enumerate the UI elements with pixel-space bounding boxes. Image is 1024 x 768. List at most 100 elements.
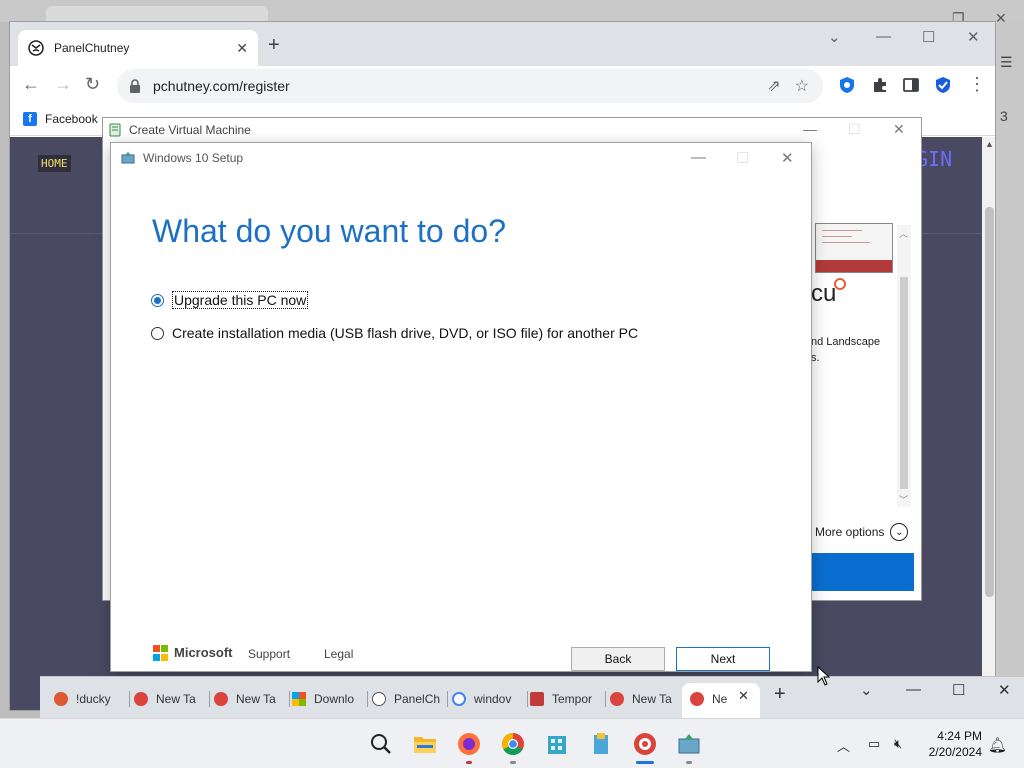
option-upgrade[interactable]: Upgrade this PC now bbox=[151, 291, 309, 309]
setup-maximize-button[interactable]: ☐ bbox=[736, 149, 749, 167]
system-clock[interactable]: 4:24 PM 2/20/2024 bbox=[920, 728, 982, 760]
scrollbar-thumb[interactable] bbox=[985, 207, 994, 597]
vm-icon[interactable] bbox=[677, 732, 701, 756]
tab-panelchutney[interactable]: PanelChutney ✕ bbox=[18, 30, 258, 66]
windows-setup-dialog: Windows 10 Setup — ☐ ✕ What do you want … bbox=[110, 142, 812, 672]
tab-label: !ducky bbox=[76, 692, 111, 706]
tab-close-icon[interactable]: ✕ bbox=[236, 40, 248, 57]
create-vm-title: Create Virtual Machine bbox=[129, 123, 251, 137]
os-list-scroll-thumb[interactable] bbox=[900, 277, 908, 489]
notification-bell-icon[interactable]: 🔔︎ bbox=[988, 736, 1007, 754]
setup-footer: Microsoft Support Legal Back Next bbox=[111, 643, 811, 671]
vivaldi-icon bbox=[610, 692, 624, 706]
minimize-button[interactable]: — bbox=[876, 28, 891, 45]
create-media-radio[interactable] bbox=[151, 326, 164, 340]
active-tab-close-icon[interactable]: ✕ bbox=[738, 688, 749, 704]
side-panel-icon[interactable] bbox=[902, 76, 920, 94]
bookmark-star-icon[interactable]: ☆ bbox=[795, 76, 809, 96]
option-create-media[interactable]: Create installation media (USB flash dri… bbox=[151, 325, 638, 341]
chrome-icon[interactable] bbox=[501, 732, 525, 756]
forward-arrow-icon[interactable]: → bbox=[54, 74, 72, 95]
mouse-cursor-icon bbox=[817, 666, 831, 686]
search-icon[interactable] bbox=[369, 732, 393, 756]
tab-temp-mail[interactable]: Tempor bbox=[530, 688, 606, 710]
support-link[interactable]: Support bbox=[248, 647, 290, 661]
tab-separator bbox=[447, 691, 448, 707]
os-list-scroll-up-icon[interactable]: ︿ bbox=[899, 227, 908, 240]
extensions-puzzle-icon[interactable] bbox=[871, 76, 889, 94]
bookmark-facebook[interactable]: f Facebook bbox=[23, 112, 98, 126]
close-window-button[interactable]: ✕ bbox=[967, 28, 980, 46]
minimize-button-2[interactable]: — bbox=[906, 681, 921, 698]
vivaldi-icon bbox=[214, 692, 228, 706]
setup-close-button[interactable]: ✕ bbox=[781, 149, 794, 167]
maximize-button-2[interactable]: ☐ bbox=[952, 681, 965, 699]
app-building-icon[interactable] bbox=[545, 732, 569, 756]
scroll-up-icon[interactable]: ▲ bbox=[985, 139, 994, 149]
thumbnail-line bbox=[822, 242, 870, 243]
tab-label: New Ta bbox=[632, 692, 672, 706]
volume-muted-icon[interactable]: 🔇︎ bbox=[894, 736, 902, 752]
thumbnail-line bbox=[822, 236, 852, 237]
tab-search-chevron-icon[interactable]: ⌄ bbox=[828, 28, 841, 46]
back-arrow-icon[interactable]: ← bbox=[22, 74, 40, 95]
os-brand-text: cu bbox=[811, 280, 837, 307]
new-tab-button-2[interactable]: + bbox=[774, 683, 786, 706]
maximize-button[interactable]: ☐ bbox=[922, 28, 935, 46]
home-link[interactable]: HOME bbox=[38, 155, 71, 172]
tab-ducky[interactable]: !ducky bbox=[54, 688, 130, 710]
address-bar[interactable]: pchutney.com/register ⇗ ☆ bbox=[117, 69, 823, 103]
app-book-icon[interactable] bbox=[589, 732, 613, 756]
show-hidden-icons-chevron-icon[interactable]: ︿ bbox=[837, 736, 850, 755]
os-description-line1: nd Landscape bbox=[811, 336, 881, 348]
tab-google[interactable]: windov bbox=[452, 688, 528, 710]
shield-extension-icon[interactable] bbox=[838, 76, 856, 94]
reload-icon[interactable]: ↻ bbox=[85, 74, 100, 95]
duckduckgo-icon bbox=[54, 692, 68, 706]
create-vm-maximize-button[interactable]: ☐ bbox=[848, 121, 861, 138]
setup-titlebar[interactable]: Windows 10 Setup bbox=[111, 143, 811, 173]
create-vm-titlebar[interactable]: Create Virtual Machine bbox=[103, 118, 921, 142]
tab-search-chevron-icon-2[interactable]: ⌄ bbox=[860, 681, 873, 699]
background-edge-text: 3 bbox=[1000, 108, 1008, 124]
tab-new-tab-3[interactable]: New Ta bbox=[610, 688, 680, 710]
vivaldi-icon[interactable] bbox=[633, 732, 657, 756]
clock-time: 4:24 PM bbox=[937, 729, 982, 743]
create-vm-close-button[interactable]: ✕ bbox=[893, 121, 905, 138]
lock-icon[interactable] bbox=[129, 79, 141, 93]
create-vm-minimize-button[interactable]: — bbox=[803, 121, 817, 137]
bookmark-label: Facebook bbox=[45, 112, 98, 126]
vivaldi-icon bbox=[134, 692, 148, 706]
os-list-scrollbar[interactable]: ︿ ﹀ bbox=[897, 225, 911, 507]
url-text[interactable]: pchutney.com/register bbox=[153, 78, 767, 94]
os-description-line2: s. bbox=[811, 352, 820, 364]
bitwarden-shield-icon[interactable] bbox=[934, 76, 952, 94]
os-list-scroll-down-icon[interactable]: ﹀ bbox=[899, 493, 908, 506]
upgrade-label[interactable]: Upgrade this PC now bbox=[172, 291, 309, 309]
back-button[interactable]: Back bbox=[571, 647, 665, 671]
setup-minimize-button[interactable]: — bbox=[691, 149, 706, 166]
tab-download[interactable]: Downlo bbox=[292, 688, 368, 710]
file-explorer-icon[interactable] bbox=[413, 732, 437, 756]
create-button[interactable] bbox=[811, 553, 914, 591]
new-tab-button[interactable]: + bbox=[268, 34, 280, 57]
network-icon[interactable]: ▭ bbox=[868, 736, 880, 752]
create-media-label[interactable]: Create installation media (USB flash dri… bbox=[172, 325, 638, 341]
tab-label: windov bbox=[474, 692, 512, 706]
tab-separator bbox=[209, 691, 210, 707]
tab-new-tab-2[interactable]: New Ta bbox=[214, 688, 290, 710]
vivaldi-active-indicator bbox=[636, 761, 654, 764]
chrome-menu-icon[interactable]: ⋮ bbox=[968, 74, 986, 95]
upgrade-radio[interactable] bbox=[151, 293, 164, 307]
ubuntu-logo-icon bbox=[834, 278, 846, 290]
next-button[interactable]: Next bbox=[676, 647, 770, 671]
firefox-icon[interactable] bbox=[457, 732, 481, 756]
more-options-button[interactable]: More options ⌄ bbox=[815, 523, 909, 541]
tab-panelchutney-2[interactable]: PanelCh bbox=[372, 688, 448, 710]
legal-link[interactable]: Legal bbox=[324, 647, 353, 661]
clock-date: 2/20/2024 bbox=[928, 745, 982, 759]
page-scrollbar[interactable]: ▲ bbox=[982, 137, 995, 710]
close-window-button-2[interactable]: ✕ bbox=[998, 681, 1011, 699]
share-icon[interactable]: ⇗ bbox=[767, 76, 780, 96]
tab-new-tab-1[interactable]: New Ta bbox=[134, 688, 210, 710]
